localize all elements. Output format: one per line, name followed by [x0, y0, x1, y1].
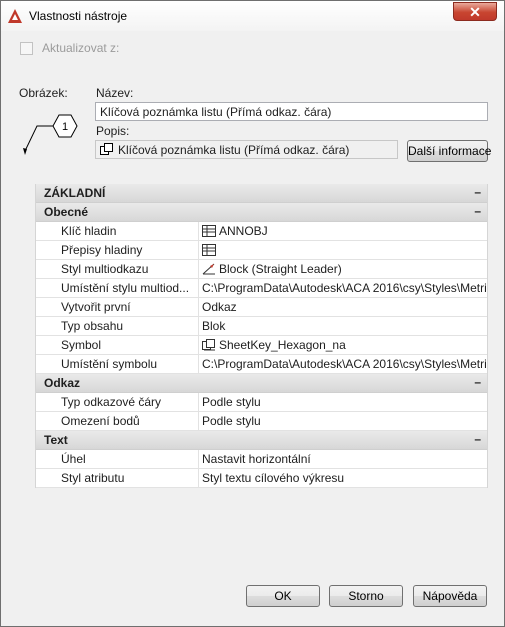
property-name: Umístění symbolu — [36, 355, 199, 373]
property-row-layer-overrides[interactable]: Přepisy hladiny — [36, 241, 487, 260]
description-value: Klíčová poznámka listu (Přímá odkaz. čár… — [118, 143, 350, 157]
title-bar[interactable]: Vlastnosti nástroje ✕ — [1, 1, 504, 31]
property-value[interactable]: C:\ProgramData\Autodesk\ACA 2016\csy\Sty… — [200, 355, 486, 373]
property-row-symbol-location[interactable]: Umístění symbolu C:\ProgramData\Autodesk… — [36, 355, 487, 374]
property-value[interactable]: Blok — [200, 317, 486, 335]
multileader-style-icon — [202, 263, 215, 275]
property-row-create-first[interactable]: Vytvořit první Odkaz — [36, 298, 487, 317]
property-value[interactable]: C:\ProgramData\Autodesk\ACA 2016\csy\Sty… — [200, 279, 486, 297]
property-name: Přepisy hladiny — [36, 241, 199, 259]
tool-preview-image: 1 — [23, 114, 78, 155]
property-value-text: Block (Straight Leader) — [219, 262, 342, 276]
property-name: Vytvořit první — [36, 298, 199, 316]
property-row-layer-key[interactable]: Klíč hladin ANNOBJ — [36, 222, 487, 241]
layer-key-icon — [202, 225, 216, 237]
dialog-window: Vlastnosti nástroje ✕ Aktualizovat z: Ob… — [0, 0, 505, 627]
dialog-body: Aktualizovat z: Obrázek: 1 Název: Klíčov… — [8, 31, 497, 619]
help-button[interactable]: Nápověda — [413, 585, 487, 607]
property-value-text: SheetKey_Hexagon_na — [219, 338, 346, 352]
property-value[interactable] — [200, 241, 486, 259]
category-label: Obecné — [44, 205, 89, 219]
property-name: Omezení bodů — [36, 412, 199, 430]
property-name: Umístění stylu multiod... — [36, 279, 199, 297]
preview-symbol-number: 1 — [62, 121, 68, 133]
update-from-label: Aktualizovat z: — [42, 41, 120, 55]
property-grid: ZÁKLADNÍ – Obecné – Klíč hladin ANNOBJ P… — [35, 184, 488, 488]
autocad-logo-icon — [8, 9, 22, 23]
property-row-symbol[interactable]: Symbol SheetKey_Hexagon_na — [36, 336, 487, 355]
property-name: Klíč hladin — [36, 222, 199, 240]
property-name: Styl multiodkazu — [36, 260, 199, 278]
close-button[interactable]: ✕ — [453, 2, 497, 21]
collapse-icon[interactable]: – — [474, 375, 481, 389]
property-row-point-limit[interactable]: Omezení bodů Podle stylu — [36, 412, 487, 431]
category-general[interactable]: Obecné – — [36, 203, 487, 222]
description-label: Popis: — [96, 124, 130, 138]
property-value[interactable]: Podle stylu — [200, 393, 486, 411]
category-label: Text — [44, 433, 68, 447]
property-row-multileader-style-location[interactable]: Umístění stylu multiod... C:\ProgramData… — [36, 279, 487, 298]
category-label: Odkaz — [44, 376, 81, 390]
category-text[interactable]: Text – — [36, 431, 487, 450]
property-row-leader-type[interactable]: Typ odkazové čáry Podle stylu — [36, 393, 487, 412]
property-value[interactable]: ANNOBJ — [200, 222, 486, 240]
property-value[interactable]: Podle stylu — [200, 412, 486, 430]
property-name: Symbol — [36, 336, 199, 354]
category-basic[interactable]: ZÁKLADNÍ – — [36, 184, 487, 203]
name-label: Název: — [96, 86, 134, 100]
block-icon — [100, 143, 113, 155]
ok-button[interactable]: OK — [246, 585, 320, 607]
property-name: Typ obsahu — [36, 317, 199, 335]
collapse-icon[interactable]: – — [474, 204, 481, 218]
property-value[interactable]: Styl textu cílového výkresu — [200, 469, 486, 487]
update-from-checkbox[interactable] — [20, 42, 33, 55]
name-field[interactable]: Klíčová poznámka listu (Přímá odkaz. čár… — [95, 102, 488, 121]
property-value-text: ANNOBJ — [219, 224, 268, 238]
category-label: ZÁKLADNÍ — [44, 186, 106, 200]
block-symbol-icon — [202, 339, 215, 351]
layer-key-icon — [202, 244, 216, 256]
property-name: Typ odkazové čáry — [36, 393, 199, 411]
property-row-multileader-style[interactable]: Styl multiodkazu Block (Straight Leader) — [36, 260, 487, 279]
property-value[interactable]: SheetKey_Hexagon_na — [200, 336, 486, 354]
collapse-icon[interactable]: – — [474, 432, 481, 446]
window-title: Vlastnosti nástroje — [29, 9, 128, 23]
more-info-button[interactable]: Další informace — [407, 140, 491, 162]
property-value[interactable]: Odkaz — [200, 298, 486, 316]
property-name: Styl atributu — [36, 469, 199, 487]
category-leader[interactable]: Odkaz – — [36, 374, 487, 393]
property-row-attribute-style[interactable]: Styl atributu Styl textu cílového výkres… — [36, 469, 487, 488]
collapse-icon[interactable]: – — [474, 185, 481, 199]
property-row-content-type[interactable]: Typ obsahu Blok — [36, 317, 487, 336]
property-name: Úhel — [36, 450, 199, 468]
property-row-angle[interactable]: Úhel Nastavit horizontální — [36, 450, 487, 469]
image-label: Obrázek: — [19, 86, 68, 100]
description-field[interactable]: Klíčová poznámka listu (Přímá odkaz. čár… — [95, 140, 398, 159]
cancel-button[interactable]: Storno — [329, 585, 403, 607]
property-value[interactable]: Nastavit horizontální — [200, 450, 486, 468]
property-value[interactable]: Block (Straight Leader) — [200, 260, 486, 278]
